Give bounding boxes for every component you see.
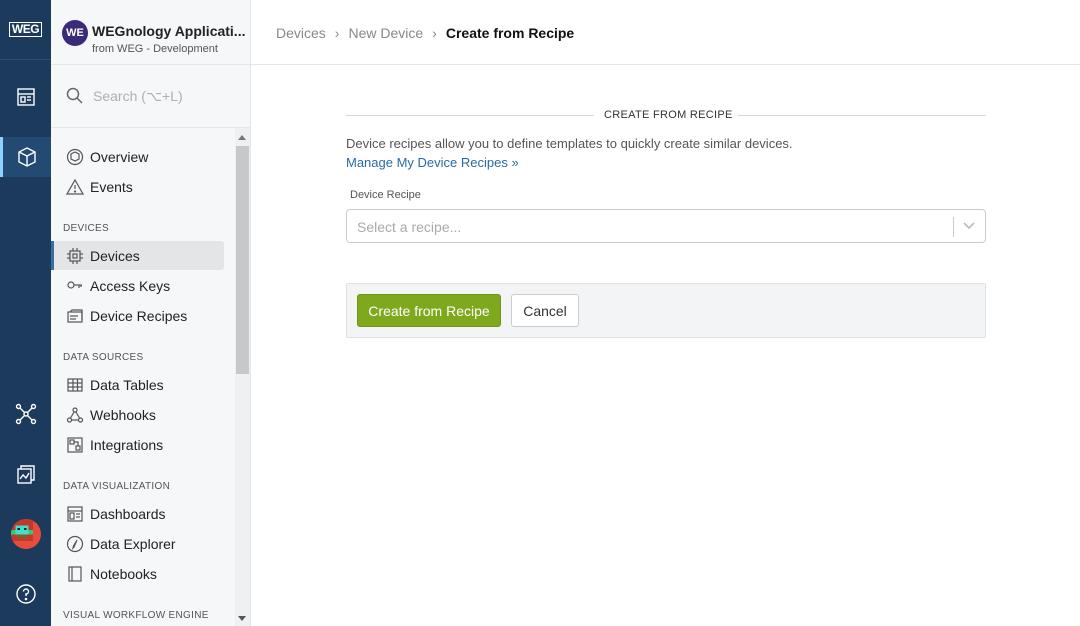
sidebar-item-notebooks[interactable]: Notebooks <box>51 559 224 588</box>
compass-icon <box>66 535 84 552</box>
sidebar-scrollbar[interactable] <box>235 128 250 626</box>
dashboard-icon[interactable] <box>0 77 51 117</box>
sidebar-item-label: Events <box>90 178 133 195</box>
integrations-icon <box>67 436 83 453</box>
device-recipe-select[interactable]: Select a recipe... <box>346 209 986 243</box>
scroll-thumb[interactable] <box>236 146 249 374</box>
manage-recipes-link[interactable]: Manage My Device Recipes » <box>346 155 519 170</box>
form-actions: Create from Recipe Cancel <box>346 283 986 338</box>
dashboard-icon <box>67 505 83 522</box>
breadcrumb: Devices › New Device › Create from Recip… <box>276 25 574 41</box>
scroll-up-arrow-icon[interactable] <box>238 135 246 140</box>
sidebar-item-label: Webhooks <box>90 406 156 423</box>
sidebar-nav: Overview Events DEVICES Devices Access K… <box>51 128 234 626</box>
chip-icon <box>67 247 83 264</box>
breadcrumb-new-device[interactable]: New Device <box>348 25 423 41</box>
sidebar-item-label: Overview <box>90 148 149 165</box>
recipe-icon <box>67 308 83 323</box>
sidebar-item-data-tables[interactable]: Data Tables <box>51 370 224 399</box>
app-badge: WE <box>62 20 88 46</box>
app-subtitle: from WEG - Development <box>92 43 218 55</box>
section-title: CREATE FROM RECIPE <box>604 109 733 121</box>
select-separator <box>953 217 954 237</box>
section-data-visualization: DATA VISUALIZATION <box>63 481 171 492</box>
section-data-sources: DATA SOURCES <box>63 352 144 363</box>
search-icon <box>66 87 83 104</box>
sidebar-item-label: Notebooks <box>90 565 157 582</box>
breadcrumb-separator-icon: › <box>432 25 437 41</box>
sidebar-item-integrations[interactable]: Integrations <box>51 430 224 459</box>
section-visual-workflow-engine: VISUAL WORKFLOW ENGINE <box>63 610 209 621</box>
app-name: WEGnology Applicati... <box>92 23 246 39</box>
search-box <box>51 65 250 128</box>
top-bar: Devices › New Device › Create from Recip… <box>251 0 1080 65</box>
cube-icon[interactable] <box>0 137 51 177</box>
sidebar-item-label: Data Explorer <box>90 535 176 552</box>
sidebar-item-webhooks[interactable]: Webhooks <box>51 400 224 429</box>
sidebar-item-dashboards[interactable]: Dashboards <box>51 499 224 528</box>
create-from-recipe-button[interactable]: Create from Recipe <box>357 294 501 327</box>
breadcrumb-current: Create from Recipe <box>445 25 575 41</box>
webhook-icon <box>66 406 84 423</box>
notebook-icon <box>68 565 82 582</box>
sidebar-item-label: Integrations <box>90 436 164 453</box>
table-icon <box>67 377 83 392</box>
network-icon[interactable] <box>0 394 51 434</box>
help-icon[interactable] <box>0 574 51 614</box>
sidebar-item-device-recipes[interactable]: Device Recipes <box>51 301 224 330</box>
app-header[interactable]: WE WEGnology Applicati... from WEG - Dev… <box>51 0 250 65</box>
sidebar-item-label: Dashboards <box>90 505 166 522</box>
sidebar-item-access-keys[interactable]: Access Keys <box>51 271 224 300</box>
section-devices: DEVICES <box>63 223 110 234</box>
form-description: Device recipes allow you to define templ… <box>346 136 793 151</box>
cancel-button[interactable]: Cancel <box>511 294 579 327</box>
sidebar: WE WEGnology Applicati... from WEG - Dev… <box>51 0 251 626</box>
left-rail: WEG <box>0 0 51 626</box>
weg-logo[interactable]: WEG <box>0 0 51 60</box>
reports-icon[interactable] <box>0 454 51 494</box>
overview-icon <box>66 148 84 165</box>
key-icon <box>67 280 82 289</box>
device-recipe-placeholder: Select a recipe... <box>357 219 462 235</box>
sidebar-item-label: Data Tables <box>90 376 164 393</box>
sidebar-item-events[interactable]: Events <box>51 172 224 201</box>
section-divider: CREATE FROM RECIPE <box>346 109 986 123</box>
scroll-down-arrow-icon[interactable] <box>238 616 246 621</box>
sidebar-item-label: Device Recipes <box>90 307 188 324</box>
chevron-down-icon[interactable] <box>963 222 975 230</box>
sidebar-item-label: Devices <box>90 247 140 264</box>
breadcrumb-separator-icon: › <box>334 25 340 41</box>
sidebar-item-label: Access Keys <box>90 277 171 294</box>
weg-logo-text: WEG <box>8 22 43 37</box>
sidebar-item-data-explorer[interactable]: Data Explorer <box>51 529 224 558</box>
sidebar-item-overview[interactable]: Overview <box>51 142 224 171</box>
breadcrumb-devices[interactable]: Devices <box>276 25 326 41</box>
search-input[interactable] <box>91 85 235 107</box>
warning-icon <box>66 178 84 195</box>
device-recipe-label: Device Recipe <box>350 189 421 201</box>
user-avatar[interactable] <box>0 514 51 554</box>
sidebar-item-devices[interactable]: Devices <box>51 241 224 270</box>
